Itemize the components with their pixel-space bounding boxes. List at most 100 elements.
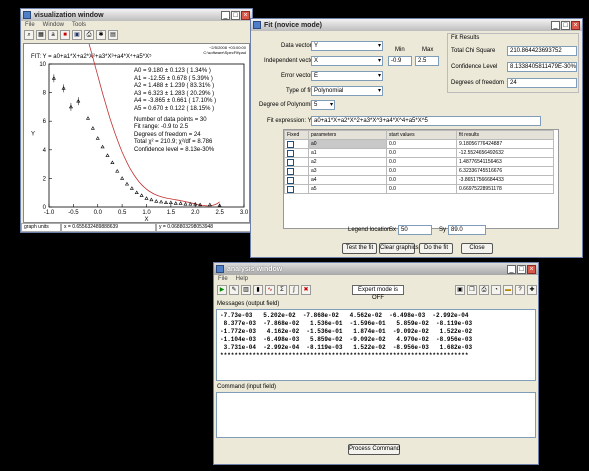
text-icon[interactable]: a xyxy=(48,30,58,40)
app-icon xyxy=(253,21,261,29)
x-tick-label: 2.0 xyxy=(191,210,200,216)
menu-window[interactable]: Window xyxy=(43,22,64,28)
param-name: a5 xyxy=(308,184,387,194)
table-icon[interactable]: ▦ xyxy=(36,30,46,40)
data-vector-select[interactable]: Y xyxy=(311,41,383,51)
viz-titlebar[interactable]: visualization window _ □ × xyxy=(21,9,252,21)
settings-icon[interactable]: ✱ xyxy=(96,30,106,40)
menu-file[interactable]: File xyxy=(218,276,228,282)
do-fit-button[interactable]: Do the fit xyxy=(419,243,453,254)
indep-vector-select[interactable]: X xyxy=(311,56,383,66)
run-icon[interactable]: ▶ xyxy=(217,285,227,295)
fixed-checkbox[interactable] xyxy=(287,185,294,193)
delete-icon[interactable]: ✖ xyxy=(301,285,311,295)
app-icon xyxy=(216,265,224,273)
viz-toolbar: ⌕ ▦ a ■ ▣ ⎙ ✱ ▤ xyxy=(21,29,252,41)
stat-confidence: Confidence level = 8.13e-30% xyxy=(134,146,215,153)
maximize-icon[interactable]: □ xyxy=(231,10,240,20)
help-icon[interactable]: ? xyxy=(515,285,525,295)
col-fixed: Fixed xyxy=(284,130,309,140)
fit-parameters: A0 = 9.180 ± 0.123 ( 1.34% ) A1 = -12.55… xyxy=(134,68,216,155)
integral-icon[interactable]: ∫ xyxy=(289,285,299,295)
plot-area[interactable]: FIT: Y = a0+a1*X+a2*X²+a3*X³+a4*X⁴+a5*X⁵… xyxy=(23,43,250,223)
min-label: Min xyxy=(395,47,405,53)
sum-icon[interactable]: Σ xyxy=(277,285,287,295)
close-button[interactable]: Close xyxy=(461,243,493,254)
folder-icon[interactable]: ▬ xyxy=(503,285,513,295)
start-value[interactable]: 0.0 xyxy=(386,139,457,149)
command-input[interactable] xyxy=(216,392,536,438)
table-row[interactable]: a4 0.0 -3.86517566684433 xyxy=(284,175,554,185)
fit-expression-input[interactable]: a0+a1*X+a2*X^2+a3*X^3+a4*X^4+a5*X^5 xyxy=(311,116,541,126)
sy-input[interactable]: 89.0 xyxy=(448,225,486,235)
fixed-checkbox[interactable] xyxy=(287,167,294,175)
fit-titlebar[interactable]: Fit (novice mode) _ □ × xyxy=(251,19,582,31)
analysis-title: analysis window xyxy=(227,265,283,273)
start-value[interactable]: 0.0 xyxy=(386,148,457,158)
degree-select[interactable]: 5 xyxy=(311,100,335,110)
menu-tools[interactable]: Tools xyxy=(72,22,86,28)
data-point xyxy=(115,169,120,173)
table-row[interactable]: a5 0.0 0.66975228951178 xyxy=(284,184,554,194)
fixed-checkbox[interactable] xyxy=(287,140,294,148)
table-row[interactable]: a0 0.0 9.18056776424887 xyxy=(284,139,554,149)
table-row[interactable]: a3 0.0 6.32336745516676 xyxy=(284,166,554,176)
start-value[interactable]: 0.0 xyxy=(386,184,457,194)
param-name: a3 xyxy=(308,166,387,176)
fixed-checkbox[interactable] xyxy=(287,158,294,166)
save-icon[interactable]: ▣ xyxy=(72,30,82,40)
type-of-fit-select[interactable]: Polynomial xyxy=(311,86,383,96)
test-fit-button[interactable]: Test the fit xyxy=(342,243,377,254)
close-icon[interactable]: × xyxy=(571,20,580,30)
plot-icon[interactable]: ✎ xyxy=(229,285,239,295)
min-input[interactable]: -0.9 xyxy=(388,56,412,66)
menu-file[interactable]: File xyxy=(25,22,35,28)
analysis-titlebar[interactable]: analysis window _ □ × xyxy=(214,263,538,275)
start-value[interactable]: 0.0 xyxy=(386,166,457,176)
info-icon[interactable]: ✚ xyxy=(527,285,537,295)
analysis-window: analysis window _ □ × File Help ▶ ✎ ▥ ▮ … xyxy=(213,262,539,465)
expert-mode-box[interactable]: Expert mode is OFF xyxy=(352,285,404,301)
fixed-checkbox[interactable] xyxy=(287,149,294,157)
fit-expression-label: Fit expression: Y = xyxy=(267,118,317,124)
table-row[interactable]: a2 0.0 1.48776541156463 xyxy=(284,157,554,167)
type-of-fit-label: Type of fit xyxy=(286,88,313,94)
copy-icon[interactable]: ❐ xyxy=(467,285,477,295)
max-input[interactable]: 2.5 xyxy=(415,56,439,66)
zoom-icon[interactable]: ⌕ xyxy=(24,30,34,40)
maximize-icon[interactable]: □ xyxy=(561,20,570,30)
save-icon[interactable]: ▣ xyxy=(455,285,465,295)
menu-help[interactable]: Help xyxy=(236,276,248,282)
print-icon[interactable]: ⎙ xyxy=(479,285,489,295)
table-row[interactable]: a1 0.0 -12.5524656492632 xyxy=(284,148,554,158)
error-vector-select[interactable]: E xyxy=(311,71,383,81)
minimize-icon[interactable]: _ xyxy=(551,20,560,30)
sx-input[interactable]: 50 xyxy=(398,225,432,235)
param-a5: A5 = 0.670 ± 0.122 ( 18.15% ) xyxy=(134,105,215,112)
hist-icon[interactable]: ▮ xyxy=(253,285,263,295)
param-a4: A4 = -3.865 ± 0.661 ( 17.10% ) xyxy=(134,98,217,105)
start-value[interactable]: 0.0 xyxy=(386,157,457,167)
x-tick-label: 3.0 xyxy=(240,210,249,216)
app-icon xyxy=(23,11,31,19)
fixed-checkbox[interactable] xyxy=(287,176,294,184)
minimize-icon[interactable]: _ xyxy=(221,10,230,20)
dof-value: 24 xyxy=(507,78,577,88)
process-command-button[interactable]: Process Command xyxy=(348,444,400,455)
start-value[interactable]: 0.0 xyxy=(386,175,457,185)
maximize-icon[interactable]: □ xyxy=(517,264,526,274)
minimize-icon[interactable]: _ xyxy=(507,264,516,274)
close-icon[interactable]: × xyxy=(241,10,250,20)
data-point xyxy=(183,201,188,206)
clear-graphics-button[interactable]: Clear graphics xyxy=(379,243,419,254)
browse-icon[interactable]: ◔ xyxy=(491,285,501,295)
close-icon[interactable]: × xyxy=(527,264,536,274)
dof-label: Degrees of freedom xyxy=(451,80,505,86)
color-icon[interactable]: ■ xyxy=(60,30,70,40)
print-icon[interactable]: ⎙ xyxy=(84,30,94,40)
data-icon[interactable]: ▥ xyxy=(241,285,251,295)
fit-icon[interactable]: ∿ xyxy=(265,285,275,295)
fit-result: 0.66975228951178 xyxy=(456,184,554,194)
x-tick-label: 1.0 xyxy=(142,210,151,216)
grid-icon[interactable]: ▤ xyxy=(108,30,118,40)
